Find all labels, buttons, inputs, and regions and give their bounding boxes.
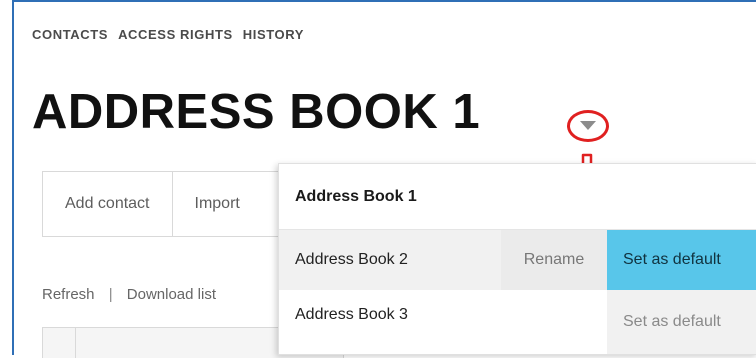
top-tabs: CONTACTS ACCESS RIGHTS HISTORY bbox=[32, 27, 304, 42]
action-links: Refresh | Download list bbox=[42, 286, 216, 303]
table-column-divider bbox=[75, 328, 76, 358]
add-contact-button[interactable]: Add contact bbox=[43, 172, 173, 236]
tab-contacts[interactable]: CONTACTS bbox=[32, 27, 108, 42]
set-as-default-button[interactable]: Set as default bbox=[607, 230, 756, 290]
chevron-down-icon[interactable] bbox=[580, 121, 596, 130]
address-book-dropdown: Address Book 1 Address Book 2 Rename Set… bbox=[278, 163, 756, 355]
address-book-name[interactable]: Address Book 2 bbox=[295, 230, 408, 290]
tab-access-rights[interactable]: ACCESS RIGHTS bbox=[118, 27, 233, 42]
current-address-book[interactable]: Address Book 1 bbox=[279, 164, 756, 230]
import-button[interactable]: Import bbox=[173, 172, 262, 236]
link-separator: | bbox=[108, 286, 113, 303]
list-item[interactable]: Address Book 3 Set as default bbox=[279, 290, 756, 354]
refresh-link[interactable]: Refresh bbox=[42, 286, 95, 303]
address-book-name[interactable]: Address Book 3 bbox=[295, 285, 408, 345]
list-item[interactable]: Address Book 2 Rename Set as default bbox=[279, 230, 756, 290]
rename-button[interactable]: Rename bbox=[501, 230, 607, 290]
download-list-link[interactable]: Download list bbox=[127, 286, 216, 303]
tab-history[interactable]: HISTORY bbox=[243, 27, 304, 42]
set-as-default-button[interactable]: Set as default bbox=[607, 290, 756, 354]
page-title: ADDRESS BOOK 1 bbox=[32, 85, 481, 139]
